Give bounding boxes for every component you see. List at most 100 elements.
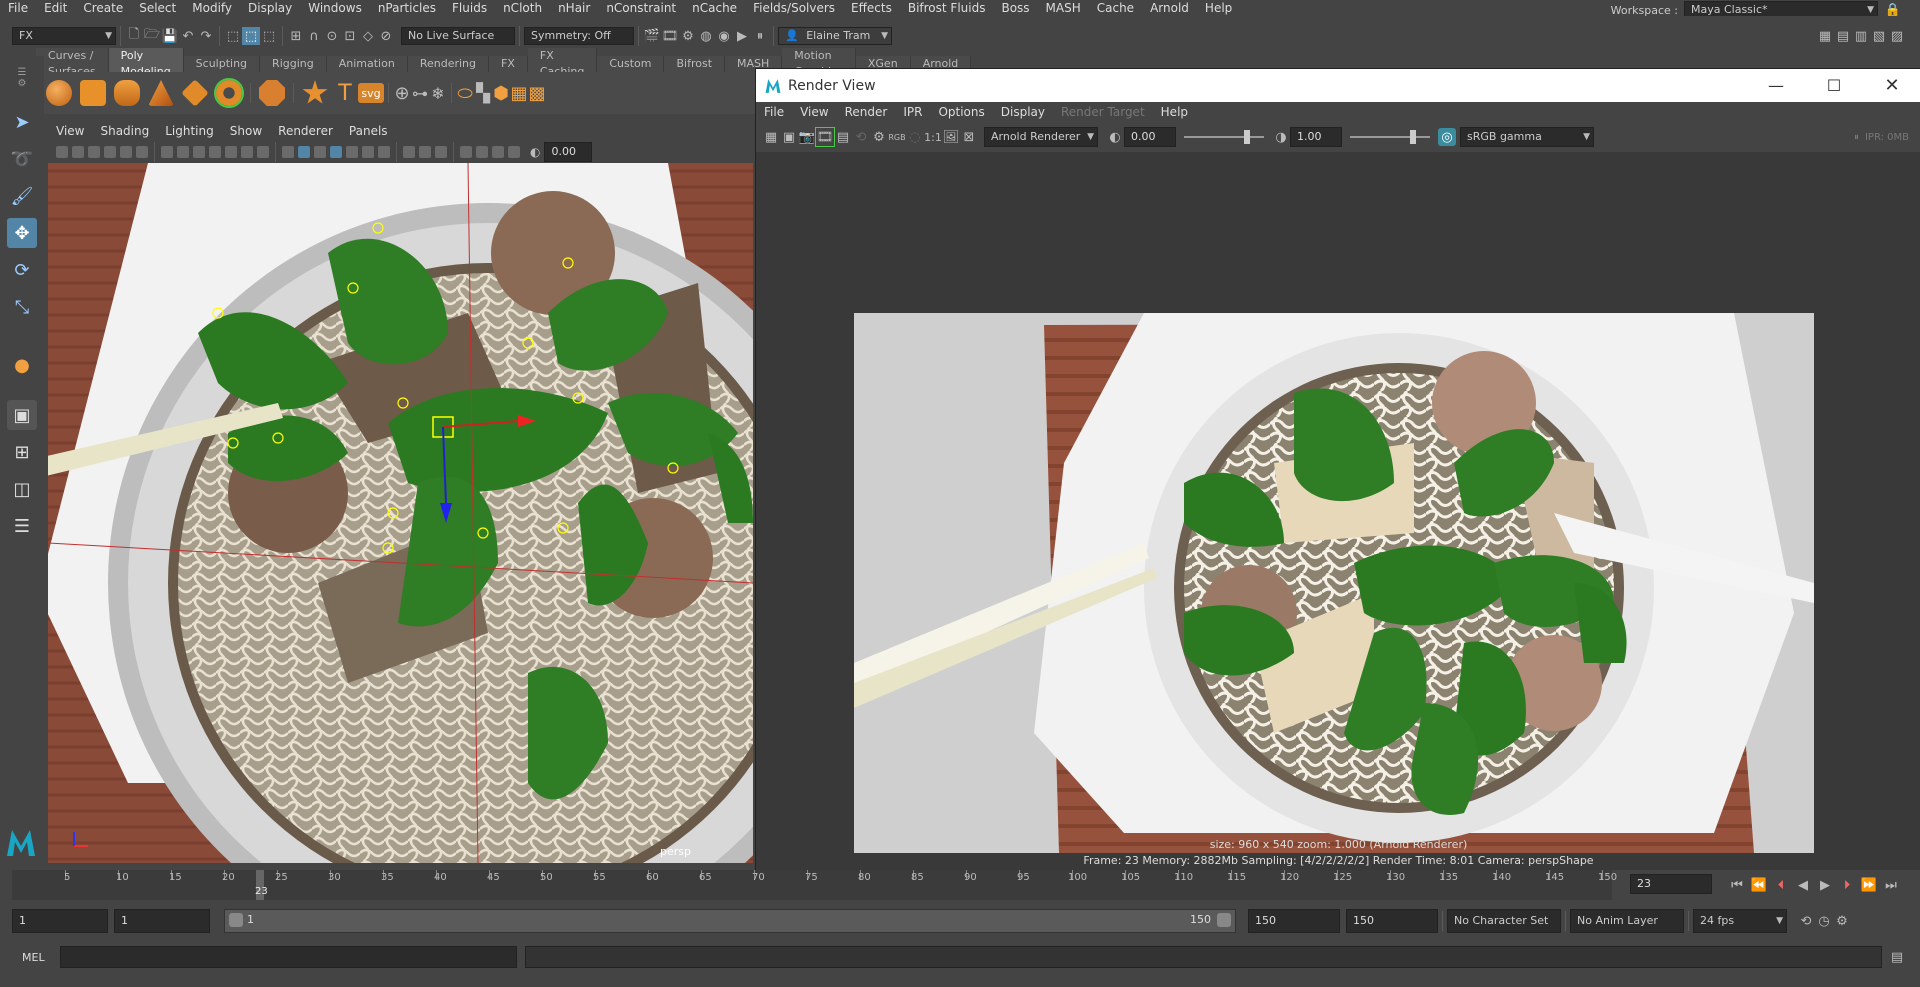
snap-together-icon[interactable]: ⊕ — [393, 83, 411, 104]
snap-grid-icon[interactable]: ⊞ — [287, 27, 305, 45]
select-component-icon[interactable]: ⬚ — [260, 27, 278, 45]
select-camera-icon[interactable] — [56, 146, 68, 158]
measure-icon[interactable]: ⊶ — [411, 84, 429, 103]
extrude-icon[interactable]: ⬢ — [492, 83, 510, 104]
grease-pencil-icon[interactable] — [136, 146, 148, 158]
paint-select-tool-icon[interactable]: 🖌 — [7, 181, 37, 211]
exposure-field[interactable]: 0.00 — [1124, 127, 1176, 147]
rv-menu-view[interactable]: View — [792, 105, 836, 119]
shelf-tab-custom[interactable]: Custom — [597, 56, 665, 72]
menu-boss[interactable]: Boss — [993, 1, 1037, 15]
perspective-viewport[interactable]: persp — [48, 163, 753, 863]
fps-dropdown[interactable]: 24 fps ▼ — [1693, 909, 1787, 933]
range-bar[interactable]: 1 150 — [224, 909, 1236, 933]
viewport-menu-panels[interactable]: Panels — [341, 124, 396, 138]
isolate-select-icon[interactable] — [460, 146, 472, 158]
viewport-menu-shading[interactable]: Shading — [92, 124, 157, 138]
minimize-icon[interactable]: — — [1747, 76, 1805, 95]
2d-pan-zoom-icon[interactable] — [120, 146, 132, 158]
step-forward-key-icon[interactable]: ⏩ — [1858, 876, 1880, 894]
open-scene-icon[interactable]: 🗁 — [143, 27, 161, 45]
menu-ncloth[interactable]: nCloth — [495, 1, 550, 15]
field-chart-icon[interactable] — [225, 146, 237, 158]
menu-fluids[interactable]: Fluids — [444, 1, 495, 15]
xray-components-icon[interactable] — [508, 146, 520, 158]
menu-edit[interactable]: Edit — [36, 1, 75, 15]
menu-mash[interactable]: MASH — [1038, 1, 1089, 15]
redo-previous-render-icon[interactable]: ▦ — [762, 128, 780, 146]
grid-icon[interactable] — [161, 146, 173, 158]
poly-cone-icon[interactable] — [148, 80, 174, 106]
ipr-render-icon[interactable]: ▤ — [834, 128, 852, 146]
menu-bifrost-fluids[interactable]: Bifrost Fluids — [900, 1, 994, 15]
animation-end-field[interactable]: 150 — [1346, 909, 1438, 933]
channel-box-icon[interactable]: ▧ — [1870, 27, 1888, 45]
menu-modify[interactable]: Modify — [184, 1, 240, 15]
step-back-frame-icon[interactable]: ⏴ — [1770, 876, 1792, 894]
playback-end-field[interactable]: 150 — [1248, 909, 1340, 933]
menu-fields-solvers[interactable]: Fields/Solvers — [745, 1, 843, 15]
rv-menu-render[interactable]: Render — [837, 105, 896, 119]
menu-select[interactable]: Select — [131, 1, 184, 15]
menu-nhair[interactable]: nHair — [550, 1, 598, 15]
move-tool-icon[interactable]: ✥ — [7, 218, 37, 248]
menu-cache[interactable]: Cache — [1089, 1, 1142, 15]
separate-icon[interactable]: ▚ — [474, 83, 492, 104]
film-gate-icon[interactable] — [177, 146, 189, 158]
rv-menu-ipr[interactable]: IPR — [895, 105, 930, 119]
gamma-slider-handle[interactable] — [1410, 130, 1416, 144]
exposure-slider-handle[interactable] — [1244, 130, 1250, 144]
remove-image-icon[interactable]: ⊠ — [960, 128, 978, 146]
last-tool-icon[interactable]: ● — [7, 350, 37, 380]
play-forwards-icon[interactable]: ▶ — [1814, 876, 1836, 894]
menu-help[interactable]: Help — [1197, 1, 1240, 15]
shelf-tab-sculpting[interactable]: Sculpting — [183, 56, 261, 72]
current-frame-field[interactable]: 23 — [1630, 874, 1712, 894]
smooth-shade-icon[interactable] — [298, 146, 310, 158]
go-to-end-icon[interactable]: ⏭ — [1880, 876, 1902, 894]
wireframe-icon[interactable] — [282, 146, 294, 158]
viewport-menu-lighting[interactable]: Lighting — [157, 124, 222, 138]
bevel-icon[interactable]: ▦ — [510, 83, 528, 104]
snap-curve-icon[interactable]: ∩ — [305, 27, 323, 45]
render-frame-icon[interactable]: 🎬 — [643, 27, 661, 45]
rotate-tool-icon[interactable]: ⟳ — [7, 255, 37, 285]
animation-start-field[interactable]: 1 — [12, 909, 108, 933]
renderer-dropdown[interactable]: Arnold Renderer ▼ — [984, 127, 1098, 147]
timeline[interactable]: 5 10 15 20 25 30 35 40 45 50 55 60 65 70… — [12, 870, 1617, 900]
two-view-icon[interactable]: ◫ — [7, 474, 37, 504]
bookmarks-icon[interactable] — [88, 146, 100, 158]
color-management-icon[interactable]: ◎ — [1438, 128, 1456, 146]
image-plane-icon[interactable] — [104, 146, 116, 158]
menu-nparticles[interactable]: nParticles — [370, 1, 444, 15]
playblast-icon[interactable]: ▶ — [733, 27, 751, 45]
safe-action-icon[interactable] — [241, 146, 253, 158]
snap-view-icon[interactable]: ⊡ — [341, 27, 359, 45]
xray-icon[interactable] — [476, 146, 488, 158]
menuset-dropdown[interactable]: FX ▼ — [12, 27, 116, 45]
rv-menu-help[interactable]: Help — [1153, 105, 1196, 119]
lasso-tool-icon[interactable]: ➰ — [7, 144, 37, 174]
menu-windows[interactable]: Windows — [300, 1, 370, 15]
menu-arnold[interactable]: Arnold — [1142, 1, 1197, 15]
menu-nconstraint[interactable]: nConstraint — [598, 1, 684, 15]
loop-icon[interactable]: ⟲ — [1797, 912, 1815, 930]
motion-blur-icon[interactable] — [403, 146, 415, 158]
bridge-icon[interactable]: ▩ — [528, 83, 546, 104]
rv-menu-file[interactable]: File — [756, 105, 792, 119]
modeling-toolkit-icon[interactable]: ▦ — [1816, 27, 1834, 45]
platonic-solid-icon[interactable] — [302, 80, 328, 104]
colorspace-dropdown[interactable]: sRGB gamma ▼ — [1460, 127, 1594, 147]
attribute-editor-icon[interactable]: ▤ — [1834, 27, 1852, 45]
snap-live-icon[interactable]: ⊘ — [377, 27, 395, 45]
live-surface-field[interactable]: No Live Surface — [401, 27, 515, 45]
select-tool-icon[interactable]: ➤ — [7, 107, 37, 137]
step-back-key-icon[interactable]: ⏪ — [1748, 876, 1770, 894]
shelf-options-icon[interactable]: ☰ ⚙ — [0, 56, 44, 100]
render-settings-icon[interactable]: ⚙ — [870, 128, 888, 146]
resolution-gate-icon[interactable] — [193, 146, 205, 158]
user-account-dropdown[interactable]: 👤 Elaine Tram ▼ — [778, 27, 892, 45]
poly-text-icon[interactable]: T — [332, 80, 358, 106]
menu-file[interactable]: File — [0, 1, 36, 15]
snapshot-icon[interactable]: 📷 — [798, 128, 816, 146]
